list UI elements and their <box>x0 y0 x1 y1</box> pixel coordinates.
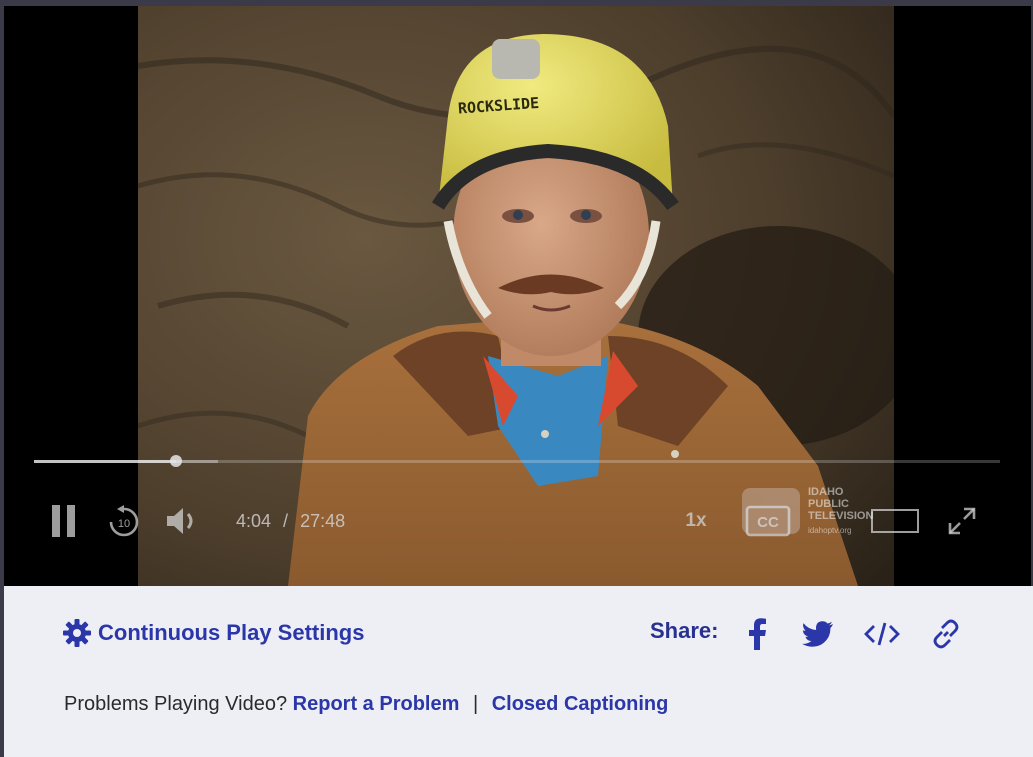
twitter-icon <box>802 621 833 647</box>
share-twitter-button[interactable] <box>800 616 836 652</box>
closed-captioning-link[interactable]: Closed Captioning <box>492 693 669 715</box>
fullscreen-button[interactable] <box>942 496 982 546</box>
watermark-url: idahoptv.org <box>808 526 852 535</box>
link-icon <box>933 619 959 649</box>
share-facebook-button[interactable] <box>742 616 772 652</box>
facebook-icon <box>749 618 766 650</box>
volume-button[interactable] <box>162 496 204 546</box>
gear-icon <box>63 619 91 647</box>
progress-bar[interactable] <box>34 455 1000 467</box>
pause-icon <box>52 505 75 537</box>
embed-code-icon <box>864 622 900 646</box>
rewind-10-icon: 10 <box>109 505 139 537</box>
duration: 27:48 <box>300 510 346 531</box>
watermark-line3: TELEVISION <box>808 510 874 522</box>
progress-played <box>34 460 176 463</box>
idaho-ptv-watermark: IDAHO PUBLIC TELEVISION idahoptv.org <box>742 482 902 542</box>
rewind-10-button[interactable]: 10 <box>104 496 144 546</box>
continuous-play-label: Continuous Play Settings <box>98 620 365 645</box>
watermark-line1: IDAHO <box>808 486 844 498</box>
share-label: Share: <box>650 618 719 643</box>
progress-scrubber-handle[interactable] <box>170 455 182 467</box>
share-link-button[interactable] <box>928 616 964 652</box>
video-player[interactable]: ROCKSLIDE 10 4:04 / 27:48 1x IDAHO PUBLI… <box>4 6 1031 586</box>
time-display: 4:04 / 27:48 <box>236 496 345 546</box>
watermark-line2: PUBLIC <box>808 498 849 510</box>
watermark-text: IDAHO PUBLIC TELEVISION <box>808 486 873 522</box>
playback-speed-button[interactable]: 1x <box>676 496 716 546</box>
report-problem-link[interactable]: Report a Problem <box>293 693 460 715</box>
continuous-play-settings-button[interactable]: Continuous Play Settings <box>62 618 364 648</box>
problems-text: Problems Playing Video? <box>64 693 288 715</box>
pause-button[interactable] <box>44 496 84 546</box>
volume-icon <box>167 508 193 534</box>
page-frame: ROCKSLIDE 10 4:04 / 27:48 1x IDAHO PUBLI… <box>0 0 1033 757</box>
current-time: 4:04 <box>236 510 272 531</box>
idaho-ptv-logo <box>742 488 800 534</box>
share-embed-button[interactable] <box>862 616 902 652</box>
problems-line: Problems Playing Video? Report a Problem… <box>64 693 668 716</box>
video-info-panel: Continuous Play Settings Share: Problems… <box>4 586 1033 757</box>
time-separator: / <box>283 510 289 531</box>
share-section: Share: <box>650 618 718 644</box>
link-separator: | <box>472 693 479 715</box>
fullscreen-icon <box>948 507 976 535</box>
svg-text:10: 10 <box>118 518 130 530</box>
